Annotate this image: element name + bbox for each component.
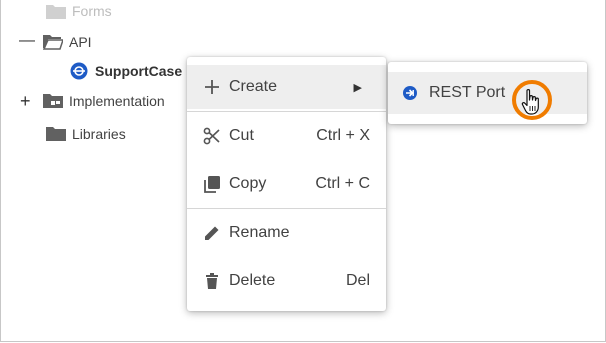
tree-item-label: SupportCase (95, 63, 183, 79)
menu-item-shortcut: Ctrl + C (315, 175, 370, 192)
scissors-icon (203, 127, 221, 145)
pencil-icon (203, 224, 221, 242)
menu-divider (187, 208, 386, 209)
menu-item-label: Copy (229, 175, 267, 192)
menu-item-copy[interactable]: Copy Ctrl + C (187, 162, 386, 206)
folder-open-icon (43, 35, 63, 50)
context-menu: Create ▶ Cut Ctrl + X Copy Ctrl + C Rena… (187, 57, 386, 311)
collapse-toggle[interactable]: — (19, 33, 35, 49)
menu-item-rename[interactable]: Rename (187, 211, 386, 255)
plus-icon (203, 78, 221, 96)
tree-item-label: Forms (72, 3, 112, 19)
tree-item-implementation[interactable]: Implementation (43, 93, 165, 109)
folder-modules-icon (43, 94, 63, 108)
expand-toggle[interactable]: + (20, 92, 31, 110)
menu-item-label: Cut (229, 127, 254, 144)
menu-item-shortcut: Ctrl + X (316, 127, 370, 144)
trash-icon (203, 272, 221, 290)
tree-item-label: Implementation (69, 93, 165, 109)
menu-item-shortcut: Del (345, 272, 370, 289)
tree-item-supportcase[interactable]: SupportCase (70, 62, 182, 80)
tree-item-forms[interactable]: Forms (46, 3, 112, 19)
submenu-arrow-icon: ▶ (353, 81, 362, 94)
folder-icon (46, 127, 66, 141)
submenu-item-rest-port[interactable]: REST Port (388, 72, 587, 114)
menu-item-label: Create (229, 78, 278, 95)
hand-pointer-icon (521, 89, 539, 115)
menu-item-label: Rename (229, 224, 290, 241)
create-submenu: REST Port (388, 62, 587, 124)
service-icon (70, 62, 88, 80)
menu-item-cut[interactable]: Cut Ctrl + X (187, 114, 386, 158)
tree-item-label: API (69, 34, 92, 50)
rest-port-icon (403, 86, 417, 100)
menu-divider (187, 111, 386, 112)
copy-icon (203, 175, 221, 193)
submenu-item-label: REST Port (429, 84, 506, 101)
tree-item-api[interactable]: API (43, 34, 92, 50)
menu-item-create[interactable]: Create ▶ (187, 65, 386, 109)
menu-item-delete[interactable]: Delete Del (187, 259, 386, 303)
tree-item-libraries[interactable]: Libraries (46, 126, 126, 142)
tree-item-label: Libraries (72, 126, 126, 142)
menu-item-label: Delete (229, 272, 276, 289)
folder-icon (46, 5, 66, 19)
